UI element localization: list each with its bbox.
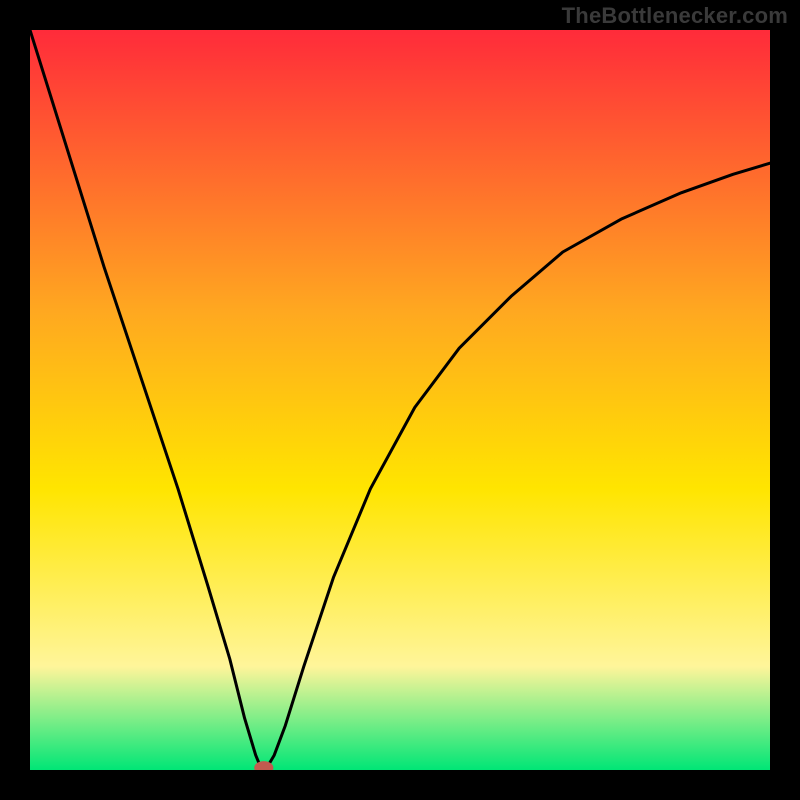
watermark-text: TheBottlenecker.com xyxy=(562,3,788,29)
gradient-background xyxy=(30,30,770,770)
chart-frame: TheBottlenecker.com xyxy=(0,0,800,800)
plot-area xyxy=(30,30,770,770)
chart-svg xyxy=(30,30,770,770)
